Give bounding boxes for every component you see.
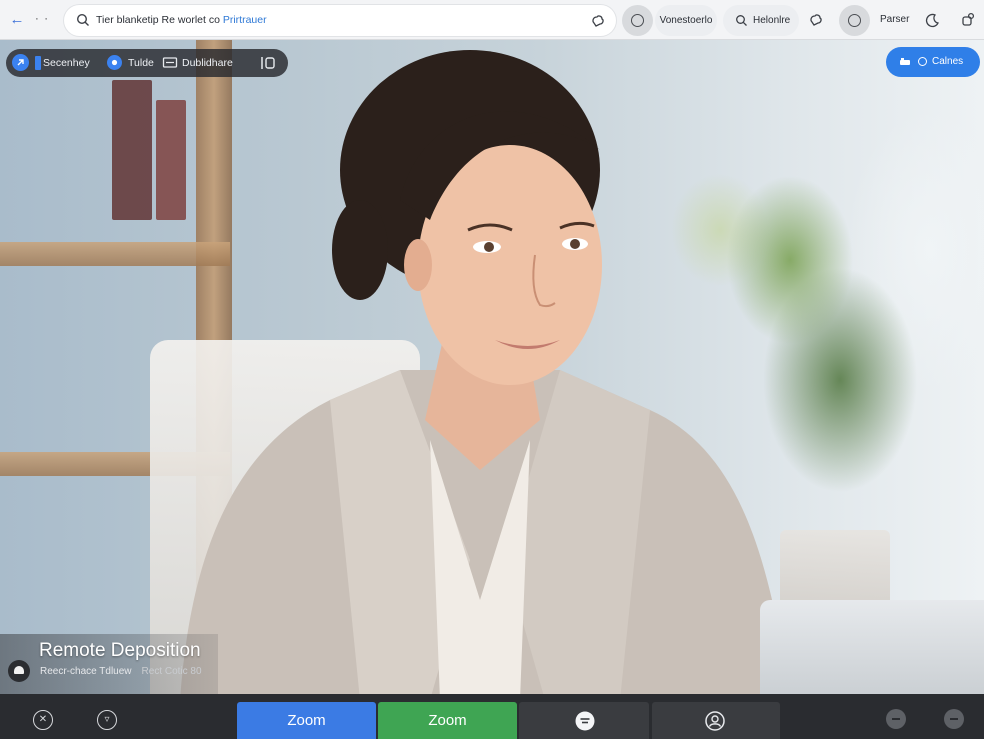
puzzle-icon[interactable] (960, 12, 976, 28)
calnes-button[interactable]: Calnes (886, 47, 980, 77)
pill-label: Helonlre (753, 15, 791, 26)
chat-icon (575, 711, 595, 731)
screen-share-icon[interactable] (162, 56, 178, 70)
laptop (760, 600, 984, 700)
avatar[interactable] (8, 660, 30, 682)
accent-marker (35, 56, 41, 70)
address-text: Tier blanketip Re worlet co Prirtrauer (96, 14, 267, 26)
participant-subtitle: Reecr-chace Tdluew Rect Cotic 80 (40, 666, 202, 677)
bed-icon (900, 58, 910, 65)
zoom-button-green[interactable]: Zoom (378, 702, 517, 739)
search-icon (76, 13, 89, 26)
more-dots-icon[interactable]: · · (32, 9, 52, 27)
participant-title: Remote Deposition (39, 640, 201, 661)
circle-icon (918, 57, 927, 66)
zoom-button-blue[interactable]: Zoom (237, 702, 376, 739)
leave-icon[interactable] (944, 709, 964, 729)
address-link[interactable]: Prirtrauer (223, 14, 267, 26)
toolbar-pill-button-2[interactable]: Helonlre (723, 5, 799, 36)
search-icon (736, 15, 747, 26)
extension-icon[interactable] (590, 13, 606, 29)
meeting-status-icon (12, 54, 29, 71)
browser-toolbar: ← · · Tier blanketip Re worlet co Prirtr… (0, 0, 984, 40)
person-icon (705, 711, 725, 731)
chat-button[interactable] (519, 702, 649, 739)
calnes-button-label: Calnes (932, 56, 964, 67)
address-url-text: Tier blanketip Re worlet co (96, 14, 220, 26)
participant-extra: Rect Cotic 80 (141, 666, 202, 677)
participants-button[interactable] (652, 702, 780, 739)
layout-icon[interactable] (260, 56, 276, 70)
participants-icon (107, 55, 122, 70)
toolbar-pill-button[interactable]: Vonestoerlo (655, 5, 717, 36)
minimize-icon[interactable] (886, 709, 906, 729)
extension-icon[interactable] (808, 12, 824, 28)
video-feed (0, 0, 984, 739)
back-arrow-icon[interactable]: ← (8, 11, 26, 29)
participant-role: Reecr-chace Tdluew (40, 666, 132, 677)
meeting-item-2[interactable]: Tulde (128, 57, 154, 69)
moon-icon[interactable] (925, 12, 941, 28)
circle-icon (848, 14, 861, 27)
video-toggle-icon[interactable]: ▿ (97, 710, 117, 730)
meeting-info-bar: Secenhey Tulde Dublidhare (6, 49, 288, 77)
mute-mic-icon[interactable]: ✕ (33, 710, 53, 730)
record-button[interactable] (622, 5, 653, 36)
meeting-item-1[interactable]: Secenhey (43, 57, 90, 69)
circle-button[interactable] (839, 5, 870, 36)
address-bar[interactable]: Tier blanketip Re worlet co Prirtrauer (64, 5, 616, 36)
circle-icon (631, 14, 644, 27)
parser-label[interactable]: Parser (880, 14, 909, 25)
meeting-item-3[interactable]: Dublidhare (182, 57, 233, 69)
